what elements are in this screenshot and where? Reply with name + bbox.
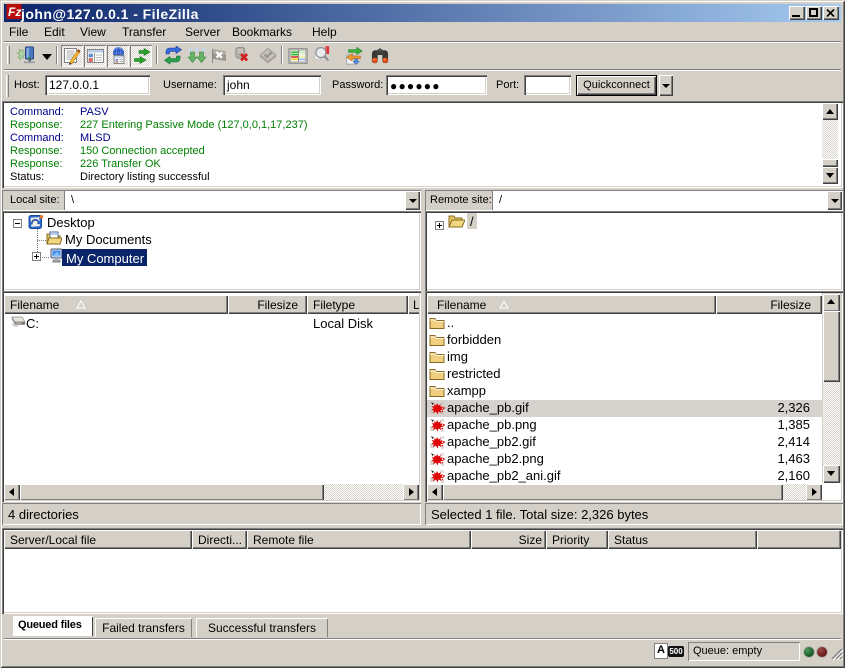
svg-text:Fz: Fz xyxy=(8,5,21,19)
